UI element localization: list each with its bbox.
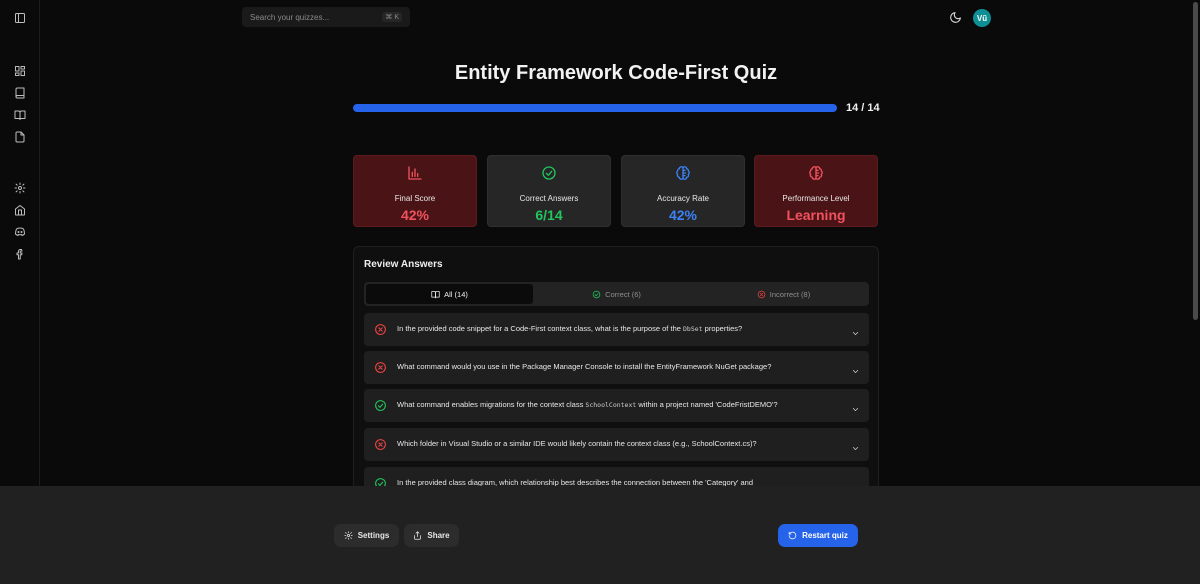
stat-label: Accuracy Rate bbox=[656, 194, 710, 203]
settings-button[interactable]: Settings bbox=[334, 524, 399, 547]
stat-value: 42% bbox=[668, 207, 698, 223]
brain-icon bbox=[808, 165, 824, 186]
question-text: What command would you use in the Packag… bbox=[397, 362, 772, 371]
chevron-down-icon[interactable] bbox=[851, 325, 860, 335]
question-item[interactable]: Which folder in Visual Studio or a simil… bbox=[364, 428, 869, 461]
question-text: In the provided code snippet for a Code-… bbox=[397, 324, 743, 333]
stat-card-accuracy-rate: Accuracy Rate 42% bbox=[621, 155, 745, 227]
book-open-icon[interactable] bbox=[13, 108, 27, 122]
review-title: Review Answers bbox=[364, 259, 443, 270]
question-item[interactable]: What command would you use in the Packag… bbox=[364, 351, 869, 384]
stat-value: 42% bbox=[400, 207, 430, 223]
review-tabs: All (14) Correct (6) Incorrect (8) bbox=[364, 282, 869, 306]
sidebar-toggle-icon[interactable] bbox=[13, 11, 27, 25]
stat-label: Performance Level bbox=[782, 194, 850, 203]
check-circle-icon bbox=[541, 165, 557, 186]
tab-label: Incorrect (8) bbox=[769, 289, 811, 299]
settings-label: Settings bbox=[357, 531, 390, 540]
check-circle-icon bbox=[592, 290, 601, 298]
x-circle-icon bbox=[374, 361, 387, 374]
stat-label: Final Score bbox=[394, 194, 436, 203]
stat-label: Correct Answers bbox=[519, 194, 579, 203]
question-item[interactable]: In the provided code snippet for a Code-… bbox=[364, 313, 869, 346]
facebook-icon[interactable] bbox=[13, 247, 27, 261]
page-title: Entity Framework Code-First Quiz bbox=[454, 62, 778, 84]
stat-value: 6/14 bbox=[535, 207, 563, 223]
review-answers-panel: Review Answers All (14) Correct (6) Inco… bbox=[353, 246, 879, 507]
book-icon[interactable] bbox=[13, 86, 27, 100]
file-icon[interactable] bbox=[13, 130, 27, 144]
search-shortcut: ⌘ K bbox=[382, 12, 402, 22]
stat-card-correct-answers: Correct Answers 6/14 bbox=[487, 155, 611, 227]
tab-correct[interactable]: Correct (6) bbox=[533, 284, 700, 304]
stat-card-final-score: Final Score 42% bbox=[353, 155, 477, 227]
x-circle-icon bbox=[374, 323, 387, 336]
gear-icon bbox=[344, 531, 353, 540]
question-item[interactable]: What command enables migrations for the … bbox=[364, 389, 869, 422]
book-open-icon bbox=[431, 290, 440, 298]
chevron-down-icon[interactable] bbox=[851, 401, 860, 411]
stat-value: Learning bbox=[786, 207, 846, 223]
discord-icon[interactable] bbox=[13, 225, 27, 239]
chevron-down-icon[interactable] bbox=[851, 440, 860, 450]
share-label: Share bbox=[427, 531, 450, 540]
tab-incorrect[interactable]: Incorrect (8) bbox=[700, 284, 867, 304]
bottom-action-bar bbox=[0, 486, 1200, 584]
check-circle-icon bbox=[374, 399, 387, 412]
restart-quiz-button[interactable]: Restart quiz bbox=[778, 524, 858, 547]
chevron-down-icon[interactable] bbox=[851, 363, 860, 373]
progress-bar bbox=[353, 104, 837, 112]
dashboard-icon[interactable] bbox=[13, 64, 27, 78]
search-bar[interactable]: ⌘ K bbox=[242, 7, 410, 27]
stat-card-performance-level: Performance Level Learning bbox=[754, 155, 878, 227]
brain-icon bbox=[675, 165, 691, 186]
tab-label: Correct (6) bbox=[605, 289, 641, 299]
progress-count: 14 / 14 bbox=[846, 102, 880, 114]
tab-label: All (14) bbox=[444, 289, 468, 299]
home-icon[interactable] bbox=[13, 203, 27, 217]
progress-fill bbox=[353, 104, 837, 112]
share-button[interactable]: Share bbox=[404, 524, 459, 547]
restart-label: Restart quiz bbox=[802, 531, 848, 540]
refresh-icon bbox=[788, 531, 797, 540]
settings-icon[interactable] bbox=[13, 181, 27, 195]
x-circle-icon bbox=[757, 290, 766, 298]
tab-all[interactable]: All (14) bbox=[366, 284, 533, 304]
avatar[interactable]: Vũ bbox=[973, 9, 991, 27]
bar-chart-icon bbox=[407, 165, 423, 186]
scrollbar[interactable] bbox=[1193, 2, 1198, 320]
question-text: What command enables migrations for the … bbox=[397, 400, 778, 409]
question-text: Which folder in Visual Studio or a simil… bbox=[397, 439, 757, 448]
search-input[interactable] bbox=[250, 12, 383, 22]
share-icon bbox=[414, 531, 422, 540]
moon-icon[interactable] bbox=[949, 11, 963, 25]
x-circle-icon bbox=[374, 438, 387, 451]
